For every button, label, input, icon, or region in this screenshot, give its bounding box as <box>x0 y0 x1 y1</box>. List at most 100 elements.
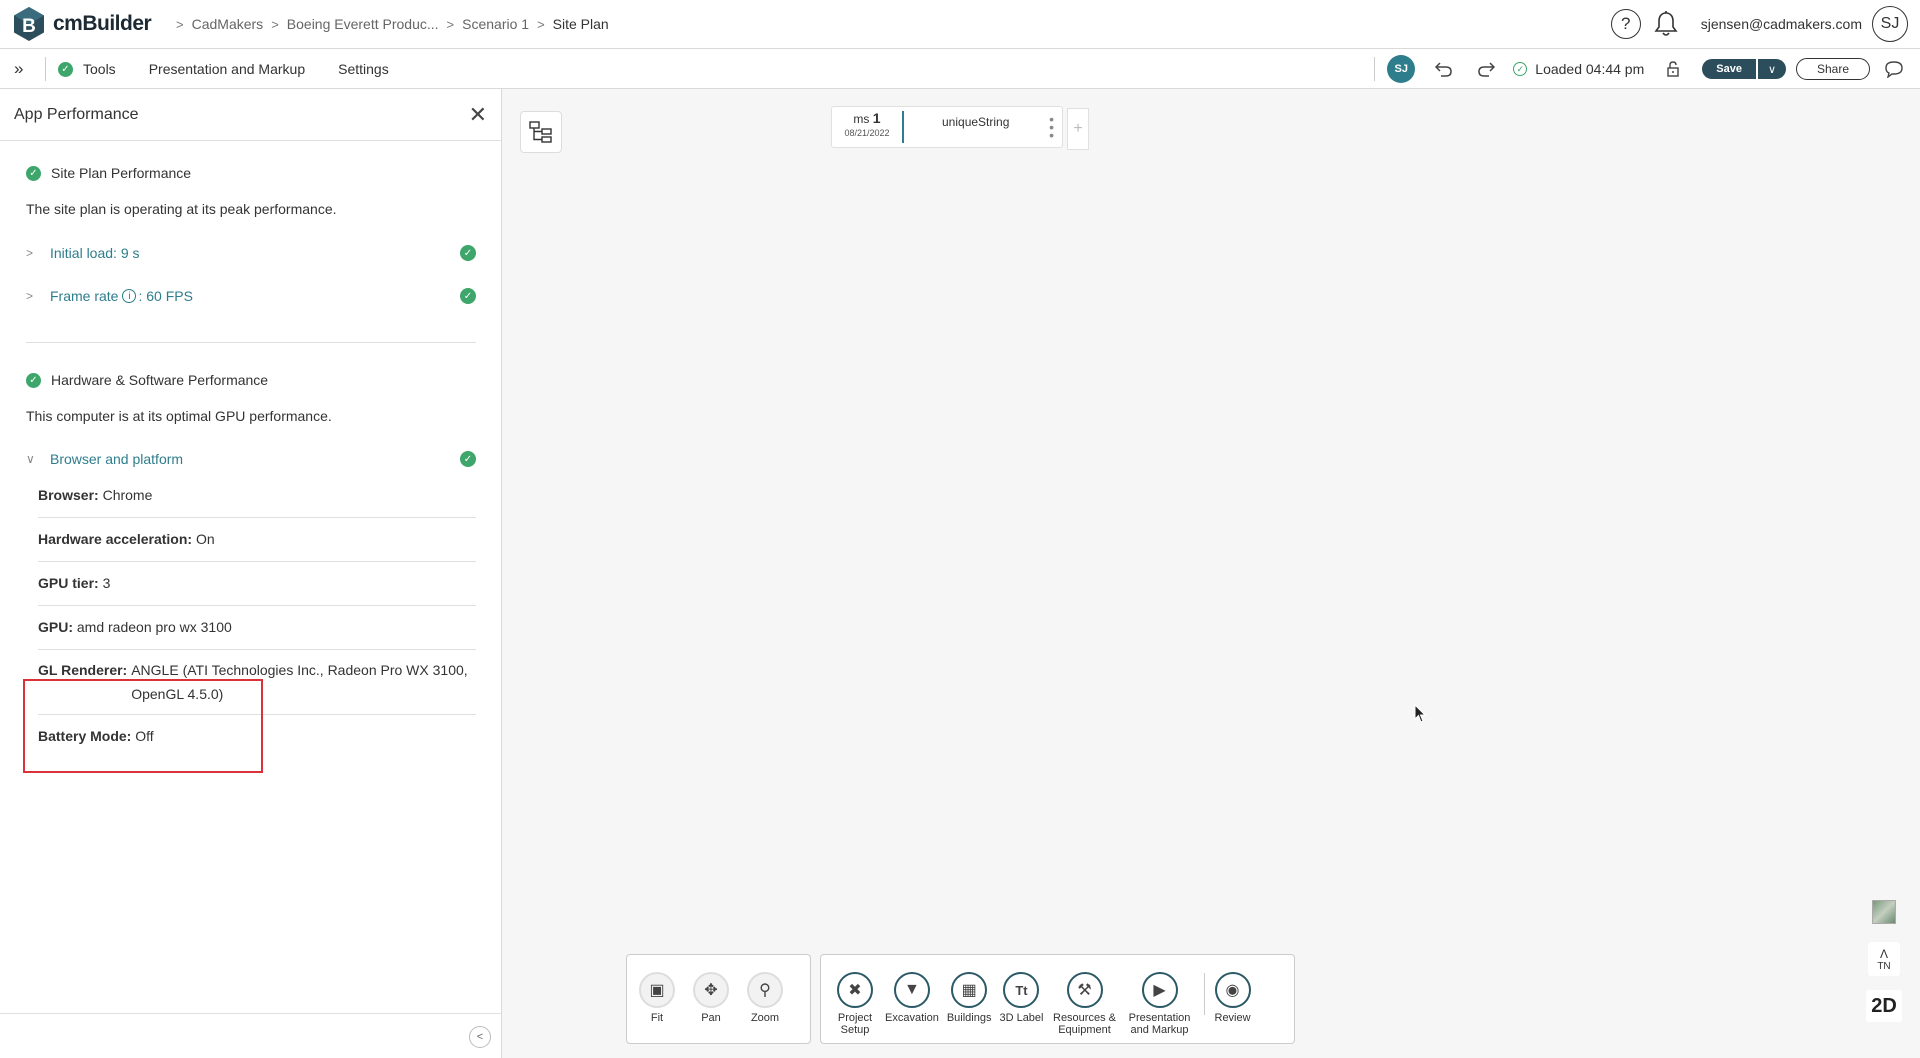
user-badge[interactable]: SJ <box>1387 55 1416 83</box>
milestone-number: 1 <box>872 110 881 126</box>
fit-label: Fit <box>650 1012 664 1024</box>
crane-icon: ⚒ <box>1066 972 1103 1008</box>
buildings-label: Buildings <box>946 1012 992 1024</box>
chevron-right-icon: > <box>537 16 545 32</box>
comment-icon[interactable] <box>1884 60 1904 78</box>
basemap-thumbnail[interactable] <box>1872 900 1896 924</box>
true-north-button[interactable]: Λ TN <box>1868 942 1900 976</box>
expand-sidebar-icon[interactable]: » <box>14 59 23 79</box>
check-icon: ✓ <box>460 451 476 467</box>
loaded-status-text: Loaded 04:44 pm <box>1535 61 1645 77</box>
frame-rate-label: Frame rate <box>50 288 119 304</box>
panel-title: App Performance <box>14 105 139 123</box>
presentation-markup-tool[interactable]: ▶ Presentation and Markup <box>1126 955 1194 1043</box>
chevron-right-icon: > <box>446 16 455 32</box>
save-button[interactable]: Save <box>1702 59 1756 79</box>
resources-equipment-label: Resources & Equipment <box>1053 1012 1116 1036</box>
bell-icon[interactable] <box>1653 10 1679 38</box>
review-tool[interactable]: ◉ Review <box>1215 955 1251 1043</box>
fit-icon: ▣ <box>639 972 675 1008</box>
review-label: Review <box>1214 1012 1251 1024</box>
initial-load-label: Initial load: 9 s <box>50 245 140 261</box>
svg-text:B: B <box>22 16 36 37</box>
info-icon[interactable]: i <box>122 289 137 303</box>
close-icon[interactable]: ✕ <box>469 102 487 128</box>
north-arrow-icon: Λ <box>1879 946 1888 961</box>
breadcrumb: > CadMakers > Boeing Everett Produc... >… <box>168 16 609 32</box>
undo-icon[interactable] <box>1431 56 1457 82</box>
shovel-icon: ▼ <box>893 972 930 1008</box>
zoom-label: Zoom <box>750 1012 780 1024</box>
review-icon: ◉ <box>1214 972 1251 1008</box>
chevron-right-icon: > <box>26 246 34 260</box>
help-icon[interactable]: ? <box>1610 9 1641 39</box>
panel-footer: < <box>0 1013 501 1058</box>
check-icon: ✓ <box>460 245 476 261</box>
milestone-id: ms 1 08/21/2022 <box>832 110 904 143</box>
pan-icon: ✥ <box>693 972 729 1008</box>
site-plan-performance-title: Site Plan Performance <box>51 165 192 181</box>
tools-menu[interactable]: ✓ Tools <box>58 61 116 77</box>
avatar[interactable]: SJ <box>1872 6 1908 42</box>
pan-tool[interactable]: ✥ Pan <box>693 955 729 1043</box>
share-button[interactable]: Share <box>1795 58 1870 80</box>
view-mode-toggle[interactable]: 2D <box>1866 990 1902 1022</box>
detail-gpu: GPU: amd radeon pro wx 3100 <box>38 606 476 650</box>
save-options-chevron-down-icon[interactable]: ∨ <box>1757 59 1786 79</box>
mouse-cursor-icon <box>1414 704 1427 723</box>
check-icon: ✓ <box>26 165 41 181</box>
hierarchy-tree-button[interactable] <box>520 111 562 153</box>
initial-load-row[interactable]: > Initial load: 9 s ✓ <box>26 245 476 261</box>
add-milestone-button[interactable]: + <box>1067 108 1089 150</box>
main-tools-group: ✖ Project Setup ▼ Excavation ▦ Buildings… <box>820 954 1295 1044</box>
view-tools-group: ▣ Fit ✥ Pan ⚲ Zoom <box>626 954 811 1044</box>
hardware-performance-description: This computer is at its optimal GPU perf… <box>26 408 332 424</box>
browser-platform-row[interactable]: ∨ Browser and platform ✓ <box>26 451 476 467</box>
detail-browser: Browser: Chrome <box>38 474 476 518</box>
3d-label-tool[interactable]: Tt 3D Label <box>999 955 1044 1043</box>
app-name: cmBuilder <box>53 12 152 35</box>
breadcrumb-project[interactable]: Boeing Everett Produc... <box>287 16 439 32</box>
toolbar: » ✓ Tools Presentation and Markup Settin… <box>0 49 1920 89</box>
detail-hardware-acceleration: Hardware acceleration: On <box>38 518 476 562</box>
text-label-icon: Tt <box>1003 972 1040 1008</box>
breadcrumb-scenario[interactable]: Scenario 1 <box>462 16 529 32</box>
building-icon: ▦ <box>951 972 988 1008</box>
user-email[interactable]: sjensen@cadmakers.com <box>1701 16 1862 32</box>
frame-rate-row[interactable]: > Frame rate i : 60 FPS ✓ <box>26 288 476 304</box>
excavation-tool[interactable]: ▼ Excavation <box>885 955 939 1043</box>
zoom-icon: ⚲ <box>747 972 783 1008</box>
fit-tool[interactable]: ▣ Fit <box>639 955 675 1043</box>
project-setup-label: Project Setup <box>837 1012 873 1036</box>
divider <box>1374 57 1376 81</box>
collapse-panel-chevron-left-icon[interactable]: < <box>469 1026 491 1048</box>
milestone-card[interactable]: ms 1 08/21/2022 uniqueString • • • <box>831 106 1063 148</box>
buildings-tool[interactable]: ▦ Buildings <box>946 955 992 1043</box>
pan-label: Pan <box>701 1012 721 1024</box>
chevron-right-icon: > <box>271 16 279 32</box>
tree-icon <box>529 121 552 143</box>
check-circle-icon: ✓ <box>1513 62 1528 76</box>
app-performance-panel: App Performance ✕ ✓ Site Plan Performanc… <box>0 89 502 1058</box>
settings-menu[interactable]: Settings <box>338 61 389 77</box>
resources-equipment-tool[interactable]: ⚒ Resources & Equipment <box>1052 955 1118 1043</box>
check-icon: ✓ <box>58 61 73 77</box>
breadcrumb-cadmakers[interactable]: CadMakers <box>192 16 264 32</box>
presentation-markup-menu[interactable]: Presentation and Markup <box>149 61 305 77</box>
redo-icon[interactable] <box>1473 56 1499 82</box>
loaded-status: ✓ Loaded 04:44 pm <box>1513 61 1644 77</box>
more-options-icon[interactable]: • • • <box>1049 112 1054 142</box>
browser-platform-label: Browser and platform <box>50 451 184 467</box>
zoom-tool[interactable]: ⚲ Zoom <box>747 955 783 1043</box>
app-logo[interactable]: B cmBuilder <box>12 6 152 42</box>
unlock-icon[interactable] <box>1660 56 1686 82</box>
project-setup-tool[interactable]: ✖ Project Setup <box>833 955 877 1043</box>
tools-menu-label: Tools <box>83 61 116 77</box>
milestone-name: uniqueString <box>942 115 1010 129</box>
true-north-label: TN <box>1877 960 1891 972</box>
chevron-down-icon: ∨ <box>26 452 35 466</box>
site-plan-performance-heading: ✓ Site Plan Performance <box>26 165 476 181</box>
presentation-markup-label: Presentation and Markup <box>1128 1012 1191 1036</box>
milestone-date: 08/21/2022 <box>844 128 890 138</box>
wrench-icon: ✖ <box>837 972 873 1008</box>
